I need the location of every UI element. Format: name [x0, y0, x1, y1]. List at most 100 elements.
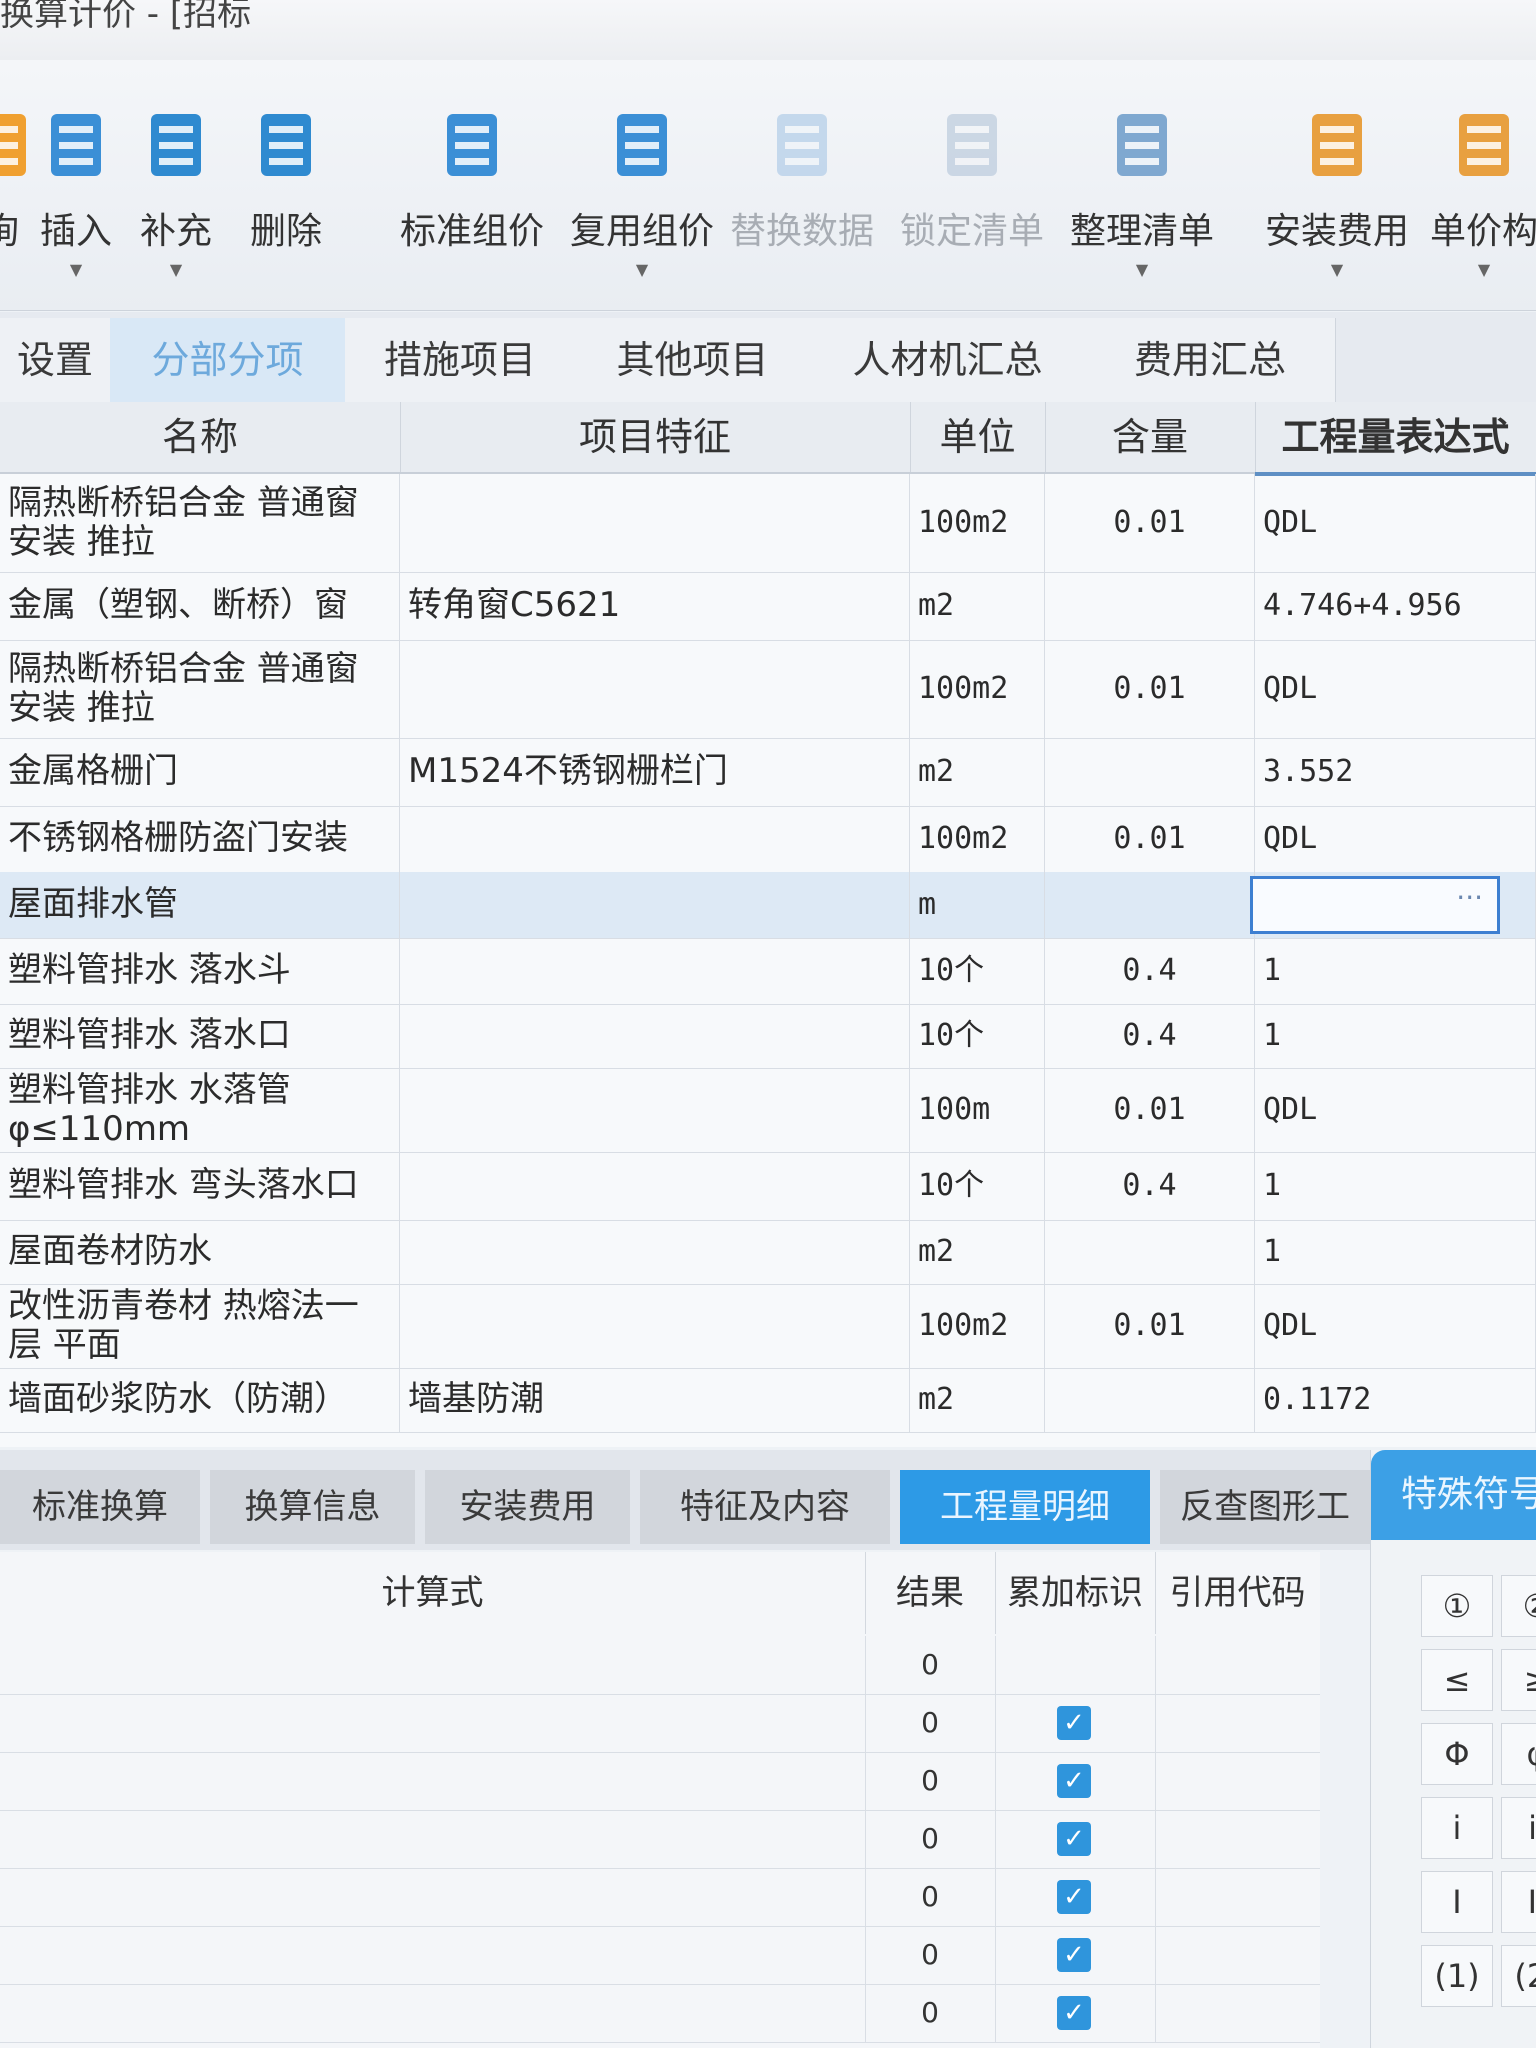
cell-expr[interactable]: 1 [1255, 1152, 1536, 1220]
bottom-tab-4[interactable]: 工程量明细 [900, 1470, 1150, 1544]
cell-expr[interactable]: 0.1172 [1255, 1368, 1536, 1432]
cell-unit[interactable]: 100m [910, 1068, 1045, 1152]
cell-feature[interactable] [400, 1220, 910, 1284]
cell-feature[interactable] [400, 938, 910, 1004]
table-row[interactable]: 金属格栅门 M1524不锈钢栅栏门 m2 3.552 [0, 738, 1536, 807]
symbol-button[interactable]: ① [1421, 1575, 1493, 1637]
ref-code-cell[interactable] [1155, 1868, 1320, 1926]
cell-name[interactable]: 塑料管排水 落水口 [0, 1004, 400, 1068]
cell-name[interactable]: 不锈钢格栅防盗门安装 [0, 806, 400, 872]
cell-qty[interactable] [1045, 738, 1255, 806]
accumulate-checkbox[interactable]: ✓ [1057, 1996, 1091, 2030]
table-row[interactable]: 塑料管排水 水落管 φ≤110mm 100m 0.01 QDL [0, 1068, 1536, 1153]
toolbar-button-2[interactable]: 补充 ▼ [140, 110, 212, 279]
toolbar-button-3[interactable]: 删除 [250, 110, 322, 278]
cell-qty[interactable] [1045, 1220, 1255, 1284]
toolbar-button-9[interactable]: 安装费用 ▼ [1265, 110, 1409, 279]
cell-name[interactable]: 塑料管排水 水落管 φ≤110mm [0, 1068, 400, 1152]
ref-code-cell[interactable] [1155, 1810, 1320, 1868]
table-row[interactable]: 塑料管排水 落水口 10个 0.4 1 [0, 1004, 1536, 1069]
cell-qty[interactable]: 0.4 [1045, 1004, 1255, 1068]
column-header-4[interactable]: 工程量表达式 [1255, 402, 1536, 476]
symbol-button[interactable]: ii [1501, 1797, 1536, 1859]
cell-unit[interactable]: 10个 [910, 1152, 1045, 1220]
ref-code-cell[interactable] [1155, 1984, 1320, 2042]
cell-feature[interactable] [400, 1068, 910, 1152]
accumulate-checkbox[interactable]: ✓ [1057, 1764, 1091, 1798]
ref-code-cell[interactable] [1155, 1926, 1320, 1984]
cell-feature[interactable] [400, 1004, 910, 1068]
detail-row[interactable]: 0 ✓ [0, 1694, 1320, 1753]
cell-expr[interactable]: QDL [1255, 1068, 1536, 1152]
bottom-tab-5[interactable]: 反查图形工 [1160, 1470, 1370, 1544]
formula-cell[interactable] [0, 1926, 866, 1984]
cell-name[interactable]: 塑料管排水 弯头落水口 [0, 1152, 400, 1220]
detail-header-3[interactable]: 引用代码 [1155, 1552, 1320, 1634]
symbol-button[interactable]: II [1501, 1871, 1536, 1933]
cell-qty[interactable]: 0.01 [1045, 640, 1255, 738]
table-row[interactable]: 金属（塑钢、断桥）窗 转角窗C5621 m2 4.746+4.956 [0, 572, 1536, 641]
detail-header-2[interactable]: 累加标识 [995, 1552, 1156, 1634]
toolbar-button-0[interactable]: 询 [0, 110, 32, 278]
formula-cell[interactable] [0, 1694, 866, 1752]
accumulate-checkbox[interactable]: ✓ [1057, 1880, 1091, 1914]
cell-unit[interactable]: 100m2 [910, 1284, 1045, 1368]
cell-feature[interactable]: M1524不锈钢栅栏门 [400, 738, 910, 806]
cell-expr[interactable]: 1 [1255, 1004, 1536, 1068]
cell-qty[interactable]: 0.4 [1045, 938, 1255, 1004]
cell-expr[interactable]: 4.746+4.956 [1255, 572, 1536, 640]
cell-feature[interactable]: 墙基防潮 [400, 1368, 910, 1432]
cell-name[interactable]: 改性沥青卷材 热熔法一层 平面 [0, 1284, 400, 1368]
toolbar-button-8[interactable]: 整理清单 ▼ [1070, 110, 1214, 279]
table-row[interactable]: 塑料管排水 落水斗 10个 0.4 1 [0, 938, 1536, 1005]
formula-cell[interactable] [0, 1984, 866, 2042]
column-header-0[interactable]: 名称 [0, 402, 401, 472]
accumulate-cell[interactable]: ✓ [995, 1694, 1156, 1752]
accumulate-checkbox[interactable]: ✓ [1057, 1706, 1091, 1740]
formula-cell[interactable] [0, 1752, 866, 1810]
accumulate-checkbox[interactable]: ✓ [1057, 1938, 1091, 1972]
table-row[interactable]: 屋面卷材防水 m2 1 [0, 1220, 1536, 1285]
expression-edit-box[interactable]: ··· [1250, 876, 1500, 934]
symbol-button[interactable]: ② [1501, 1575, 1536, 1637]
cell-feature[interactable] [400, 640, 910, 738]
cell-name[interactable]: 墙面砂浆防水（防潮） [0, 1368, 400, 1432]
cell-unit[interactable]: m2 [910, 1368, 1045, 1432]
cell-name[interactable]: 隔热断桥铝合金 普通窗安装 推拉 [0, 640, 400, 738]
table-row[interactable]: 改性沥青卷材 热熔法一层 平面 100m2 0.01 QDL [0, 1284, 1536, 1369]
detail-header-0[interactable]: 计算式 [0, 1552, 866, 1634]
ref-code-cell[interactable] [1155, 1694, 1320, 1752]
accumulate-cell[interactable]: ✓ [995, 1926, 1156, 1984]
symbol-button[interactable]: φ [1501, 1723, 1536, 1785]
tab-5[interactable]: 费用汇总 [1085, 318, 1336, 402]
cell-unit[interactable]: m2 [910, 738, 1045, 806]
accumulate-cell[interactable] [995, 1636, 1156, 1694]
toolbar-button-1[interactable]: 插入 ▼ [40, 110, 112, 279]
cell-name[interactable]: 金属（塑钢、断桥）窗 [0, 572, 400, 640]
cell-unit[interactable]: m2 [910, 572, 1045, 640]
formula-cell[interactable] [0, 1868, 866, 1926]
column-header-1[interactable]: 项目特征 [400, 402, 911, 472]
symbol-button[interactable]: (1) [1421, 1945, 1493, 2007]
symbol-button[interactable]: Φ [1421, 1723, 1493, 1785]
cell-qty[interactable]: 0.01 [1045, 806, 1255, 872]
toolbar-button-6[interactable]: 替换数据 [730, 110, 874, 278]
accumulate-cell[interactable]: ✓ [995, 1752, 1156, 1810]
tab-4[interactable]: 人材机汇总 [810, 318, 1086, 402]
symbol-button[interactable]: i [1421, 1797, 1493, 1859]
detail-row[interactable]: 0 ✓ [0, 1752, 1320, 1811]
cell-expr[interactable]: 1 [1255, 1220, 1536, 1284]
column-header-3[interactable]: 含量 [1045, 402, 1256, 472]
cell-unit[interactable]: 10个 [910, 1004, 1045, 1068]
cell-expr[interactable]: QDL [1255, 640, 1536, 738]
tab-3[interactable]: 其他项目 [575, 318, 811, 402]
cell-unit[interactable]: 10个 [910, 938, 1045, 1004]
cell-qty[interactable]: 0.01 [1045, 1284, 1255, 1368]
cell-expr[interactable]: QDL [1255, 474, 1536, 572]
table-row[interactable]: 隔热断桥铝合金 普通窗安装 推拉 100m2 0.01 QDL [0, 474, 1536, 573]
cell-feature[interactable] [400, 806, 910, 872]
table-row[interactable]: 塑料管排水 弯头落水口 10个 0.4 1 [0, 1152, 1536, 1221]
cell-unit[interactable]: 100m2 [910, 640, 1045, 738]
cell-qty[interactable]: 0.01 [1045, 474, 1255, 572]
bottom-tab-3[interactable]: 特征及内容 [640, 1470, 890, 1544]
